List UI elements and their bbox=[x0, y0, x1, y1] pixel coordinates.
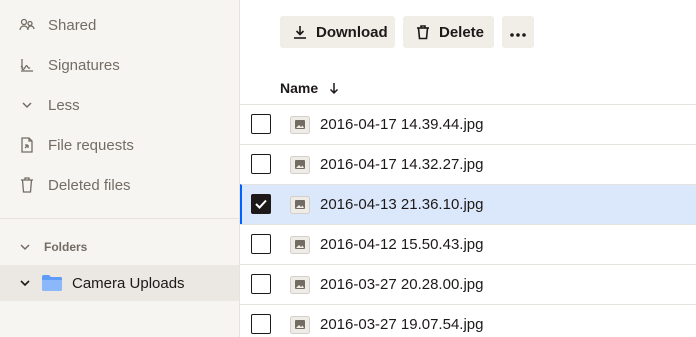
chevron-down-icon[interactable] bbox=[18, 276, 32, 290]
download-icon bbox=[292, 24, 308, 40]
sidebar-item-less[interactable]: Less bbox=[0, 85, 239, 125]
trash-icon bbox=[18, 176, 36, 194]
sidebar-item-label: Shared bbox=[48, 16, 97, 34]
row-checkbox[interactable] bbox=[251, 314, 271, 334]
sidebar-item-deleted-files[interactable]: Deleted files bbox=[0, 165, 239, 205]
folder-item-camera-uploads[interactable]: Camera Uploads bbox=[0, 265, 239, 301]
image-file-icon bbox=[290, 156, 310, 174]
image-file-icon bbox=[290, 236, 310, 254]
table-row[interactable]: 2016-04-17 14.39.44.jpg bbox=[240, 104, 696, 144]
file-list: 2016-04-17 14.39.44.jpg 2016-04-17 14.32… bbox=[240, 104, 696, 337]
table-row[interactable]: 2016-04-17 14.32.27.jpg bbox=[240, 144, 696, 184]
folders-header-label: Folders bbox=[44, 240, 88, 254]
download-button-label: Download bbox=[316, 23, 388, 41]
folder-label: Camera Uploads bbox=[72, 274, 185, 292]
delete-button-label: Delete bbox=[439, 23, 485, 41]
more-horizontal-icon bbox=[510, 24, 526, 41]
table-row[interactable]: 2016-03-27 20.28.00.jpg bbox=[240, 264, 696, 304]
image-file-icon bbox=[290, 116, 310, 134]
sidebar-item-label: Deleted files bbox=[48, 176, 131, 194]
row-checkbox[interactable] bbox=[251, 114, 271, 134]
file-name[interactable]: 2016-03-27 19.07.54.jpg bbox=[320, 316, 483, 333]
file-name[interactable]: 2016-04-13 21.36.10.jpg bbox=[320, 196, 483, 213]
arrow-down-icon bbox=[328, 81, 340, 95]
image-file-icon bbox=[290, 196, 310, 214]
sidebar-item-label: Less bbox=[48, 96, 80, 114]
download-button[interactable]: Download bbox=[280, 16, 395, 48]
file-request-icon bbox=[18, 136, 36, 154]
chevron-down-icon bbox=[18, 96, 36, 114]
sidebar: Shared Signatures Less File requests Del… bbox=[0, 0, 240, 337]
more-actions-button[interactable] bbox=[502, 16, 534, 48]
delete-button[interactable]: Delete bbox=[403, 16, 494, 48]
table-row[interactable]: 2016-03-27 19.07.54.jpg bbox=[240, 304, 696, 337]
column-name-label: Name bbox=[280, 80, 319, 96]
image-file-icon bbox=[290, 276, 310, 294]
sidebar-item-signatures[interactable]: Signatures bbox=[0, 45, 239, 85]
column-header-name[interactable]: Name bbox=[280, 78, 340, 98]
table-row[interactable]: 2016-04-12 15.50.43.jpg bbox=[240, 224, 696, 264]
table-row-selected[interactable]: 2016-04-13 21.36.10.jpg bbox=[240, 184, 696, 224]
image-file-icon bbox=[290, 316, 310, 334]
row-checkbox[interactable] bbox=[251, 154, 271, 174]
trash-icon bbox=[415, 24, 431, 40]
row-checkbox[interactable] bbox=[251, 274, 271, 294]
sidebar-divider bbox=[0, 218, 239, 219]
folders-section-header[interactable]: Folders bbox=[0, 234, 239, 260]
signature-icon bbox=[18, 56, 36, 74]
file-name[interactable]: 2016-04-12 15.50.43.jpg bbox=[320, 236, 483, 253]
sidebar-item-label: Signatures bbox=[48, 56, 120, 74]
chevron-down-icon bbox=[18, 240, 32, 254]
folder-icon bbox=[41, 274, 63, 292]
file-name[interactable]: 2016-04-17 14.32.27.jpg bbox=[320, 156, 483, 173]
sidebar-item-file-requests[interactable]: File requests bbox=[0, 125, 239, 165]
shared-icon bbox=[18, 16, 36, 34]
file-name[interactable]: 2016-04-17 14.39.44.jpg bbox=[320, 116, 483, 133]
row-checkbox-checked[interactable] bbox=[251, 194, 271, 214]
sidebar-item-shared[interactable]: Shared bbox=[0, 5, 239, 45]
sidebar-item-label: File requests bbox=[48, 136, 134, 154]
row-checkbox[interactable] bbox=[251, 234, 271, 254]
file-name[interactable]: 2016-03-27 20.28.00.jpg bbox=[320, 276, 483, 293]
